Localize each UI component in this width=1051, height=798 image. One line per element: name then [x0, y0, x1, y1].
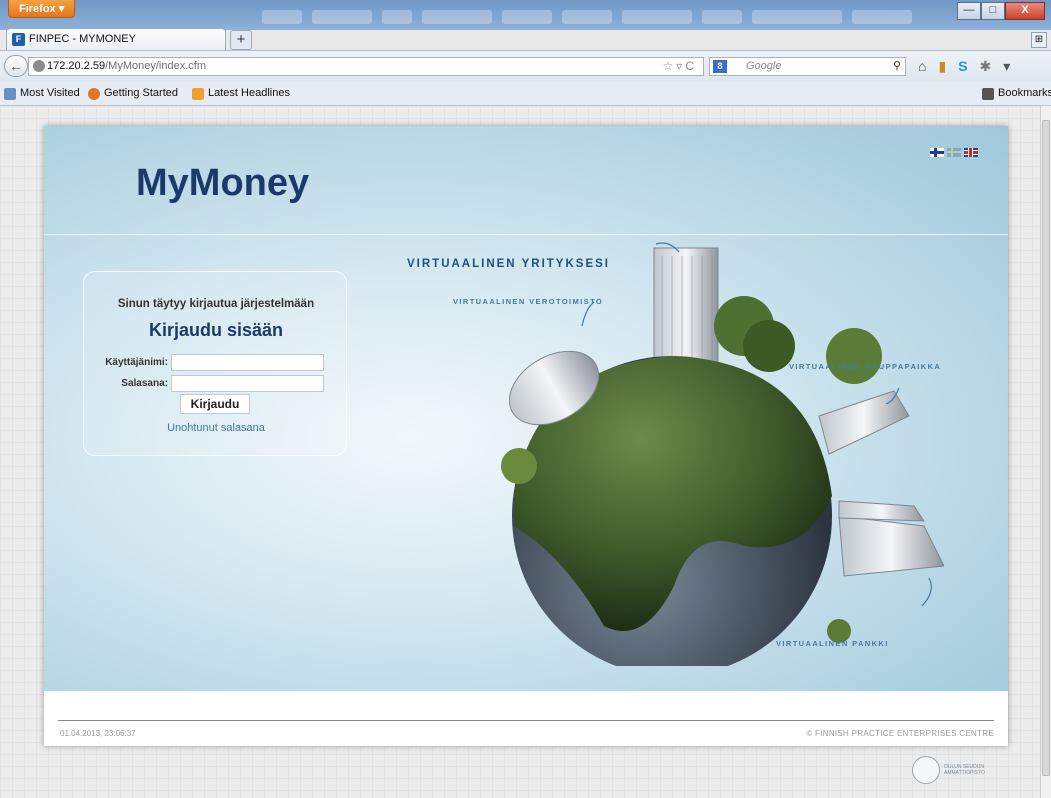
hero-area: MyMoney Sinun täytyy kirjautua järjestel…	[44, 126, 1008, 691]
bookmarks-menu-label: Bookmarks	[998, 87, 1051, 99]
search-placeholder: Google	[746, 60, 782, 72]
firefox-menu-button[interactable]: Firefox ▾	[8, 0, 76, 18]
search-bar[interactable]: 8 Google ⚲	[709, 57, 906, 76]
finpec-favicon-icon: F	[12, 33, 25, 46]
navbar-icons: ⌂ ▮ S ✱ ▾	[918, 57, 1010, 76]
overflow-menu-icon[interactable]: ▾	[1003, 57, 1010, 76]
bookmark-label: Latest Headlines	[208, 87, 290, 99]
browser-tab-active[interactable]: F FINPEC - MYMONEY	[6, 28, 226, 50]
forgot-password-link[interactable]: Unohtunut salasana	[84, 422, 348, 434]
login-panel: Sinun täytyy kirjautua järjestelmään Kir…	[83, 271, 347, 456]
firefox-icon	[88, 88, 100, 100]
username-input[interactable]	[171, 354, 324, 371]
bookmark-star-icon[interactable]: ☆	[663, 59, 677, 73]
home-icon[interactable]: ⌂	[918, 57, 926, 76]
bookmark-label: Getting Started	[104, 87, 178, 99]
partner-emblem-icon	[912, 756, 940, 784]
url-bar[interactable]: 172.20.2.59/MyMoney/index.cfm ☆▿C	[28, 57, 704, 76]
footer-datetime: 01.04.2013, 23:06:37	[60, 729, 136, 738]
most-visited-icon	[4, 88, 16, 100]
google-engine-icon[interactable]: 8	[713, 60, 727, 73]
finnish-flag-icon[interactable]	[930, 148, 944, 157]
history-dropdown-icon[interactable]: ▿	[676, 59, 685, 73]
english-flag-icon[interactable]	[964, 148, 978, 157]
tagline-bank: VIRTUAALINEN PANKKI	[776, 639, 889, 648]
site-identity-icon[interactable]	[33, 60, 45, 72]
close-window-button[interactable]: X	[1005, 2, 1045, 20]
bookmarks-toolbar: Most Visited Getting Started Latest Head…	[0, 82, 1051, 106]
password-input[interactable]	[171, 375, 324, 392]
page-container: MyMoney Sinun täytyy kirjautua järjestel…	[44, 126, 1008, 746]
partner-logo-text: OULUN SEUDUN AMMATTIOPISTO	[944, 764, 985, 776]
vertical-scrollbar[interactable]	[1040, 106, 1051, 798]
bookmark-most-visited[interactable]: Most Visited	[4, 82, 80, 105]
window-titlebar: Firefox ▾ — □ X	[0, 0, 1051, 30]
footer-copyright: © FINNISH PRACTICE ENTERPRISES CENTRE	[806, 729, 994, 738]
login-heading: Kirjaudu sisään	[148, 320, 284, 340]
skype-icon[interactable]: S	[958, 57, 967, 76]
swedish-flag-icon[interactable]	[947, 148, 961, 157]
login-button[interactable]: Kirjaudu	[180, 394, 250, 414]
url-bar-actions: ☆▿C	[663, 58, 697, 75]
tagline-company: VIRTUAALINEN YRITYKSESI	[407, 258, 610, 270]
tagline-tax-office: VIRTUAALINEN VEROTOIMISTO	[453, 297, 604, 306]
bookmark-getting-started[interactable]: Getting Started	[88, 82, 178, 105]
bookmarks-menu-icon	[982, 88, 994, 100]
url-host: 172.20.2.59	[47, 60, 106, 72]
bookmarks-library-icon[interactable]: ▮	[938, 57, 946, 76]
rss-icon	[192, 88, 204, 100]
mymoney-logo[interactable]: MyMoney	[136, 162, 309, 205]
back-button[interactable]: ←	[4, 55, 28, 77]
addon-icon[interactable]: ✱	[980, 57, 992, 76]
new-tab-button[interactable]: +	[230, 30, 252, 50]
url-path: /MyMoney/index.cfm	[105, 60, 206, 72]
minimize-button[interactable]: —	[957, 2, 981, 20]
maximize-button[interactable]: □	[981, 2, 1005, 20]
password-label: Salasana:	[121, 378, 168, 389]
tagline-marketplace: VIRTUAALINEN KAUPPAPAIKKA	[789, 362, 942, 371]
tab-groups-icon[interactable]: ⊞	[1031, 32, 1047, 48]
search-go-icon[interactable]: ⚲	[893, 58, 901, 75]
partner-logo: OULUN SEUDUN AMMATTIOPISTO	[912, 756, 985, 784]
background-toolbar	[262, 6, 962, 28]
tab-title: FINPEC - MYMONEY	[29, 33, 136, 45]
footer-divider	[58, 720, 994, 721]
firefox-menu-label: Firefox	[19, 3, 56, 15]
window-controls: — □ X	[957, 2, 1045, 20]
username-label: Käyttäjänimi:	[105, 357, 168, 368]
bookmarks-menu-button[interactable]: Bookmarks	[982, 82, 1051, 105]
scrollbar-thumb[interactable]	[1042, 120, 1050, 776]
bookmark-label: Most Visited	[20, 87, 80, 99]
page-viewport: MyMoney Sinun täytyy kirjautua järjestel…	[0, 106, 1040, 798]
bookmark-latest-headlines[interactable]: Latest Headlines	[192, 82, 290, 105]
virtual-world-illustration	[501, 242, 944, 666]
language-selector	[930, 148, 978, 157]
login-notice: Sinun täytyy kirjautua järjestelmään	[117, 298, 315, 310]
reload-icon[interactable]: C	[685, 59, 697, 73]
